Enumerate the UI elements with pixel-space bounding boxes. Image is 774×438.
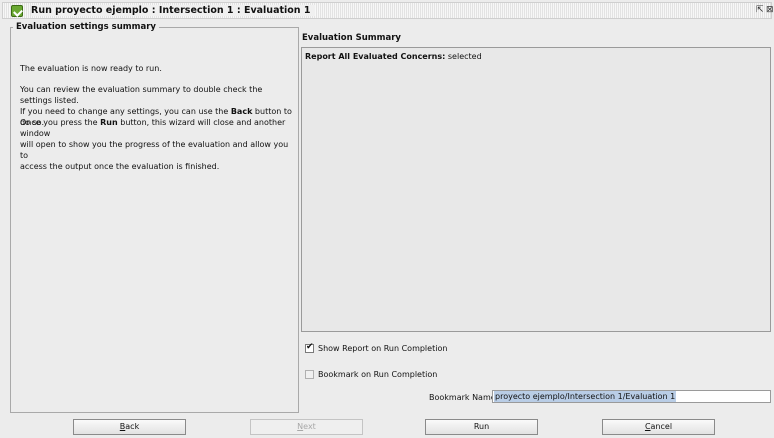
next-button[interactable]: Next xyxy=(250,419,363,435)
bookmark-label: Bookmark on Run Completion xyxy=(318,370,438,379)
cancel-button[interactable]: Cancel xyxy=(602,419,715,435)
show-report-row[interactable]: Show Report on Run Completion xyxy=(305,342,448,353)
evaluation-summary-box[interactable]: Report All Evaluated Concerns: selected xyxy=(301,47,771,332)
summary-line: Report All Evaluated Concerns: selected xyxy=(305,52,482,61)
maximize-window-icon[interactable]: ⊠ xyxy=(766,5,774,15)
back-label: ack xyxy=(125,422,140,431)
evaluation-summary-title: Evaluation Summary xyxy=(302,33,401,43)
bookmark-checkbox[interactable] xyxy=(305,370,314,379)
run-info-line1-pre: Once you press the xyxy=(20,118,101,127)
bookmark-name-input[interactable]: proyecto ejemplo/Intersection 1/Evaluati… xyxy=(492,390,771,403)
app-check-icon xyxy=(11,5,23,17)
show-report-label: Show Report on Run Completion xyxy=(318,344,448,353)
run-keyword: Run xyxy=(100,118,118,127)
review-text-line1: You can review the evaluation summary to… xyxy=(20,85,263,105)
evaluation-settings-title: Evaluation settings summary xyxy=(13,22,159,32)
next-label: ext xyxy=(303,422,316,431)
run-label: Run xyxy=(473,422,490,431)
bookmark-row[interactable]: Bookmark on Run Completion xyxy=(305,370,437,379)
window-title-bar[interactable]: Run proyecto ejemplo : Intersection 1 : … xyxy=(2,2,774,19)
summary-value: selected xyxy=(445,52,482,61)
cancel-label: ancel xyxy=(650,422,673,431)
summary-label: Report All Evaluated Concerns: xyxy=(305,52,446,61)
bookmark-name-label: Bookmark Name : xyxy=(429,393,501,402)
ready-text: The evaluation is now ready to run. xyxy=(20,64,162,73)
review-text-line2-pre: If you need to change any settings, you … xyxy=(20,107,231,116)
restore-window-icon[interactable]: ⇱ xyxy=(756,5,764,15)
run-info-line3: access the output once the evaluation is… xyxy=(20,162,220,171)
run-button[interactable]: Run xyxy=(425,419,538,435)
show-report-checkbox[interactable] xyxy=(305,342,314,353)
bookmark-name-value: proyecto ejemplo/Intersection 1/Evaluati… xyxy=(494,391,677,402)
back-keyword: Back xyxy=(230,107,253,116)
run-info-text: Once you press the Run button, this wiza… xyxy=(20,117,295,172)
back-button[interactable]: Back xyxy=(73,419,186,435)
window-title: Run proyecto ejemplo : Intersection 1 : … xyxy=(31,5,315,16)
run-info-line2: will open to show you the progress of th… xyxy=(20,140,289,160)
